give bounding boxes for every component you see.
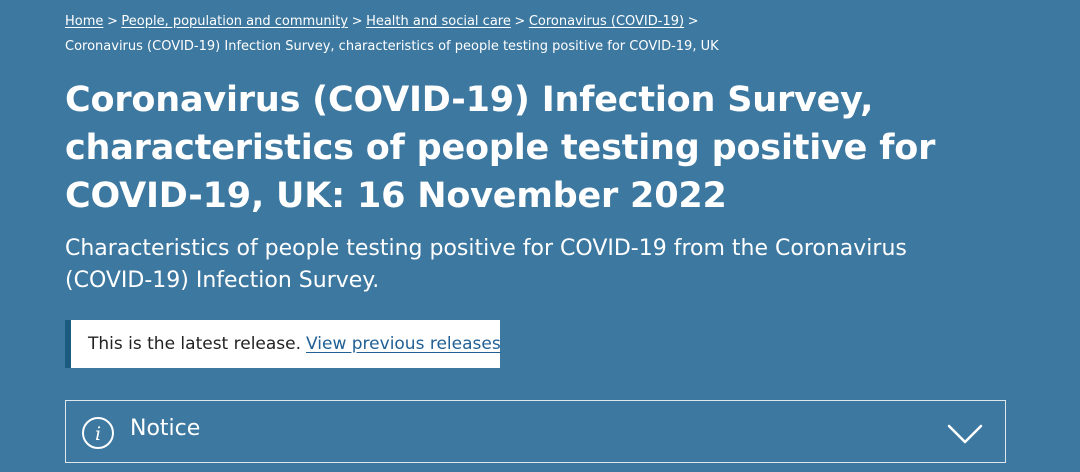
breadcrumb-separator-icon: > xyxy=(106,14,118,29)
breadcrumb-people-link[interactable]: People, population and community xyxy=(121,12,348,32)
breadcrumb-separator-icon: > xyxy=(514,14,526,29)
breadcrumb-current-page: Coronavirus (COVID-19) Infection Survey,… xyxy=(65,39,719,54)
breadcrumb-coronavirus-link[interactable]: Coronavirus (COVID-19) xyxy=(529,12,684,32)
breadcrumb-home-link[interactable]: Home xyxy=(65,12,103,32)
svg-text:i: i xyxy=(95,423,101,445)
latest-release-text: This is the latest release. xyxy=(88,334,302,354)
breadcrumb-health-link[interactable]: Health and social care xyxy=(366,12,511,32)
breadcrumb-separator-icon: > xyxy=(351,14,363,29)
breadcrumb: Home > People, population and community … xyxy=(65,12,1015,57)
chevron-down-icon[interactable] xyxy=(947,423,983,445)
info-icon: i xyxy=(82,417,114,449)
breadcrumb-trail: Home > People, population and community … xyxy=(65,12,1015,32)
breadcrumb-separator-icon: > xyxy=(687,14,699,29)
notice-label: Notice xyxy=(130,416,201,441)
view-previous-releases-link[interactable]: View previous releases xyxy=(306,334,501,354)
page-subtitle: Characteristics of people testing positi… xyxy=(65,236,907,293)
page-title: Coronavirus (COVID-19) Infection Survey,… xyxy=(65,80,936,216)
latest-release-banner: This is the latest release. View previou… xyxy=(65,320,501,368)
notice-accordion[interactable]: i Notice xyxy=(65,400,1006,463)
